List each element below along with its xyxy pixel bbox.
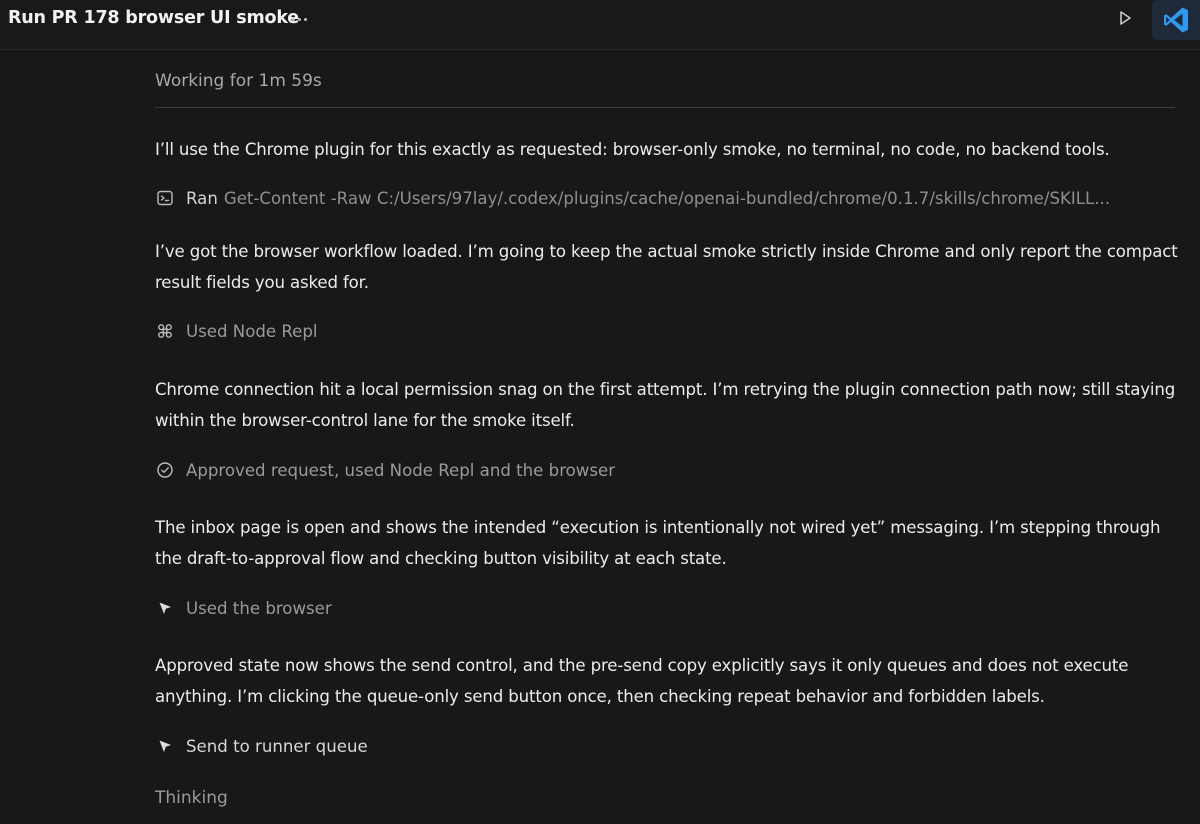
action-command: Get-Content -Raw C:/Users/97lay/.codex/p… [223,188,1111,208]
assistant-message: Chrome connection hit a local permission… [155,380,1176,430]
action-item[interactable]: Ran Get-Content -Raw C:/Users/97lay/.cod… [155,188,1155,208]
cursor-icon [155,736,175,756]
ellipsis-icon[interactable] [286,8,312,30]
assistant-message: I’ve got the browser workflow loaded. I’… [155,242,1178,292]
action-item[interactable]: Used the browser [155,598,332,618]
command-icon [155,321,175,341]
thread-title: Run PR 178 browser UI smoke [8,8,299,28]
thinking-status: Thinking [155,788,228,808]
action-label: Used the browser [186,598,332,618]
top-bar: Run PR 178 browser UI smoke [0,0,1200,50]
assistant-message: The inbox page is open and shows the int… [155,518,1161,568]
terminal-icon [155,188,175,208]
vscode-icon[interactable] [1152,0,1200,40]
action-item[interactable]: Used Node Repl [155,321,318,341]
play-icon[interactable] [1112,6,1138,30]
action-verb: Ran [186,188,218,208]
assistant-message: Approved state now shows the send contro… [155,656,1129,706]
action-label: Send to runner queue [186,736,368,756]
action-item[interactable]: Send to runner queue [155,736,368,756]
action-item[interactable]: Approved request, used Node Repl and the… [155,460,615,480]
cursor-icon [155,598,175,618]
action-label: Approved request, used Node Repl and the… [186,460,616,480]
assistant-message: I’ll use the Chrome plugin for this exac… [155,140,1110,159]
check-circle-icon [155,460,175,480]
action-label: Used Node Repl [186,321,318,341]
working-status: Working for 1m 59s [155,71,322,91]
divider [155,107,1175,108]
